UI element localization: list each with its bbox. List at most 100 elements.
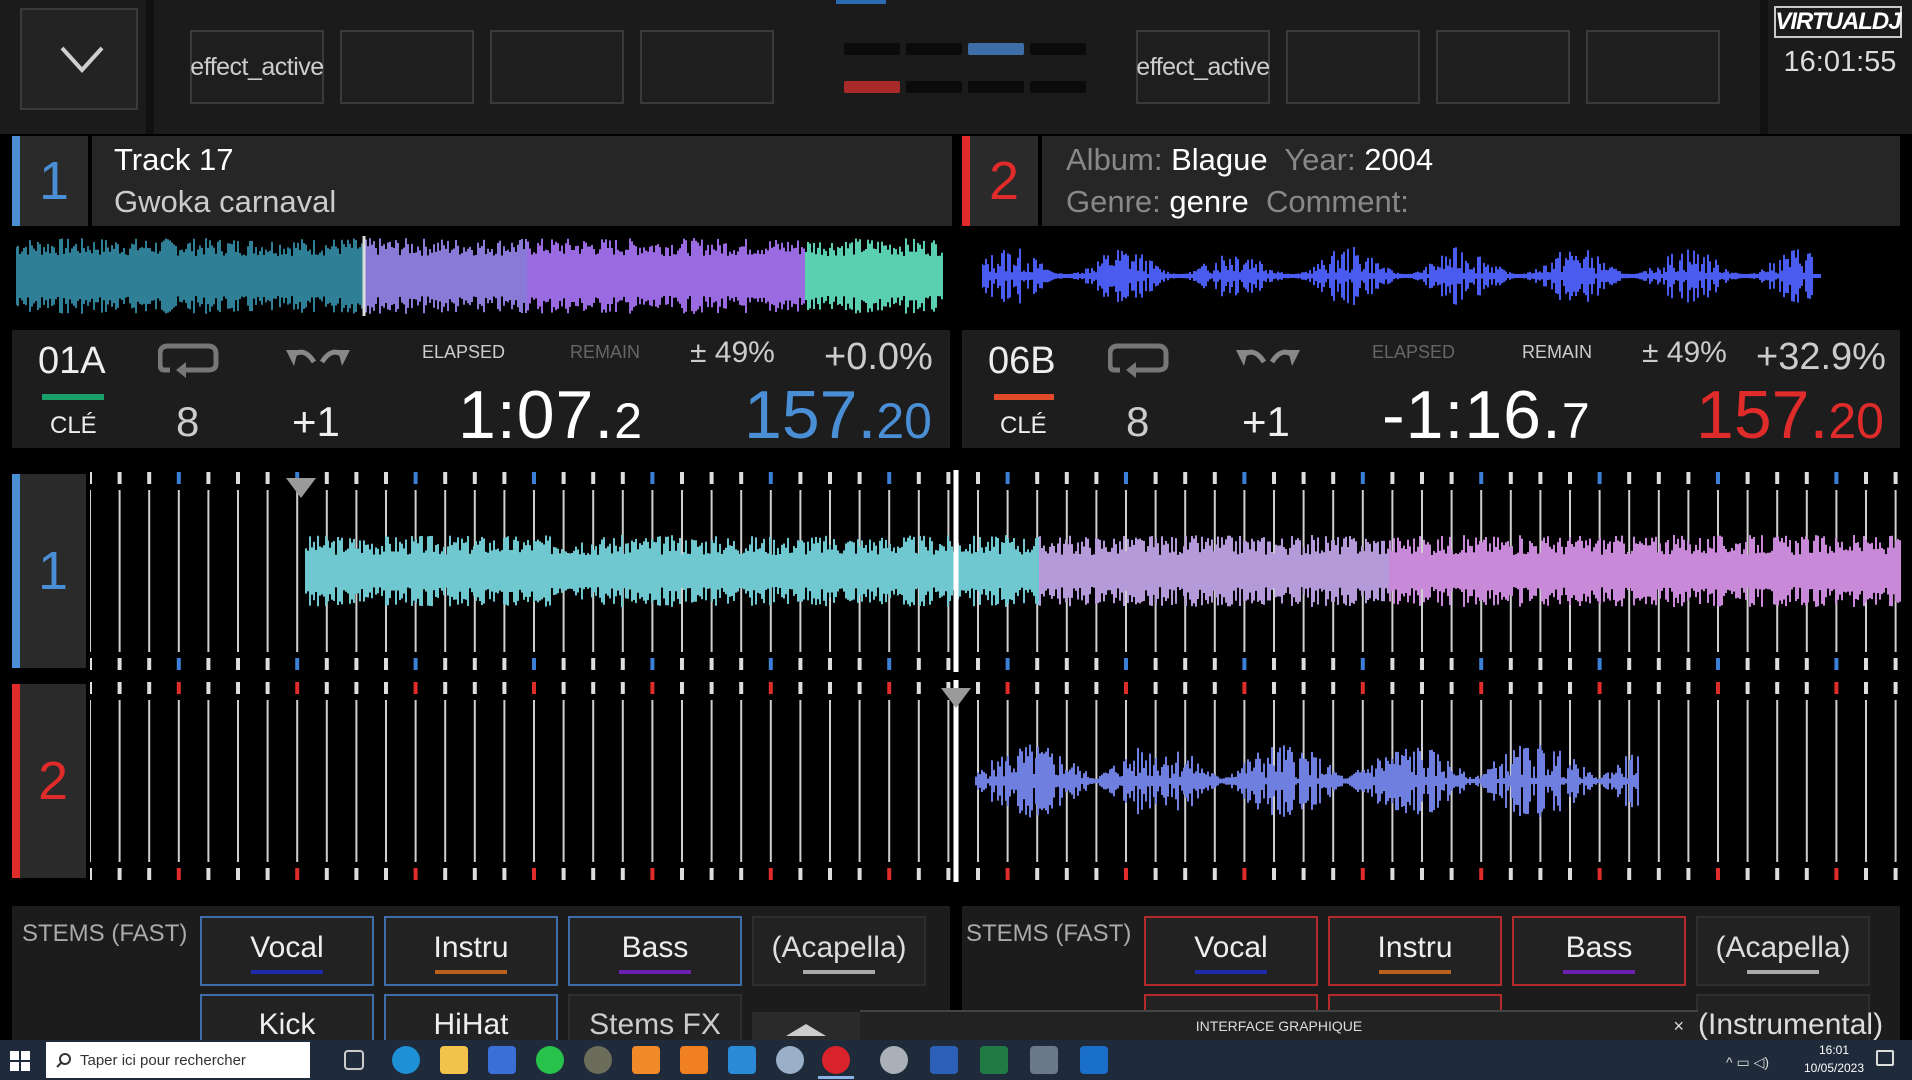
stem-acapella-button[interactable]: (Acapella) bbox=[1696, 916, 1870, 986]
deck2-jump-value[interactable]: +1 bbox=[1242, 398, 1290, 446]
deck1-jump-value[interactable]: +1 bbox=[292, 398, 340, 446]
task-view-icon[interactable] bbox=[344, 1050, 364, 1070]
deck2-stems-title: STEMS (FAST) bbox=[966, 920, 1132, 947]
deck2-key-underline bbox=[994, 394, 1054, 400]
edge-icon[interactable] bbox=[392, 1046, 420, 1074]
level-indicator bbox=[844, 43, 900, 55]
vlc-icon[interactable] bbox=[680, 1046, 708, 1074]
deck2-pitch: +32.9% bbox=[1756, 336, 1886, 378]
deck1-overview-waveform[interactable] bbox=[15, 236, 944, 316]
deck1-scrolling-waveform[interactable] bbox=[88, 470, 1902, 672]
deck1-number[interactable]: 1 bbox=[20, 136, 88, 226]
level-indicator bbox=[968, 81, 1024, 93]
undo-redo-icon[interactable] bbox=[1234, 342, 1302, 376]
deck1-effect-slot-2[interactable] bbox=[340, 30, 474, 104]
taskbar-time[interactable]: 16:01 bbox=[1796, 1043, 1872, 1057]
stem-kick-button[interactable]: Kick bbox=[200, 994, 374, 1044]
toolbar-divider bbox=[1760, 0, 1768, 134]
taskbar-search-box[interactable]: Taper ici pour rechercher bbox=[46, 1042, 310, 1078]
cloud-icon[interactable] bbox=[880, 1046, 908, 1074]
stem-vocal-button[interactable]: Vocal bbox=[1144, 916, 1318, 986]
menu-button[interactable] bbox=[20, 8, 138, 110]
store-icon[interactable] bbox=[488, 1046, 516, 1074]
excel-icon[interactable] bbox=[980, 1046, 1008, 1074]
file-explorer-icon[interactable] bbox=[440, 1046, 468, 1074]
tray-icons[interactable]: ^ ▭ ◁) bbox=[1726, 1054, 1769, 1071]
cue-marker-icon[interactable] bbox=[286, 478, 316, 498]
deck1-loop-value[interactable]: 8 bbox=[176, 398, 199, 446]
loop-icon[interactable] bbox=[1108, 340, 1170, 380]
deck1-track-info[interactable]: Track 17 Gwoka carnaval bbox=[92, 136, 952, 226]
deck2-wave-label[interactable]: 2 bbox=[20, 684, 86, 878]
deck1-elapsed-label[interactable]: ELAPSED bbox=[422, 342, 505, 363]
deck1-waveform-svg bbox=[88, 470, 1901, 672]
paint-icon[interactable] bbox=[776, 1046, 804, 1074]
calculator-icon[interactable] bbox=[1030, 1046, 1058, 1074]
stem-underline bbox=[1379, 970, 1451, 974]
stem-underline bbox=[1563, 970, 1635, 974]
stem-bass-button[interactable]: Bass bbox=[1512, 916, 1686, 986]
stem-acapella-button[interactable]: (Acapella) bbox=[752, 916, 926, 986]
stem-vocal-button[interactable]: Vocal bbox=[200, 916, 374, 986]
deck2-scrolling-waveform[interactable] bbox=[88, 680, 1902, 882]
outlook-icon[interactable] bbox=[1080, 1046, 1108, 1074]
deck2-effect-slot-4[interactable] bbox=[1586, 30, 1720, 104]
deck2-effect-slot-1[interactable]: effect_active bbox=[1136, 30, 1270, 104]
deck2-key[interactable]: 06B bbox=[988, 340, 1056, 383]
stem-bass-button[interactable]: Bass bbox=[568, 916, 742, 986]
arrow-app-icon[interactable] bbox=[728, 1046, 756, 1074]
windows-start-icon[interactable] bbox=[10, 1051, 30, 1071]
stem-underline bbox=[1747, 970, 1819, 974]
undo-redo-icon[interactable] bbox=[284, 342, 352, 376]
deck1-wave-stripe bbox=[12, 474, 20, 668]
stem-underline bbox=[619, 970, 691, 974]
stem-instru-button[interactable]: Instru bbox=[1328, 916, 1502, 986]
deck1-effect-slot-3[interactable] bbox=[490, 30, 624, 104]
media-player-icon[interactable] bbox=[632, 1046, 660, 1074]
deck2-elapsed-label[interactable]: ELAPSED bbox=[1372, 342, 1455, 363]
stem-instrumental-button[interactable]: (Instrumental) bbox=[1696, 994, 1883, 1044]
popup-window-title-bar[interactable]: INTERFACE GRAPHIQUE × bbox=[860, 1010, 1698, 1040]
deck2-effect-slot-3[interactable] bbox=[1436, 30, 1570, 104]
deck1-wave-label[interactable]: 1 bbox=[20, 474, 86, 668]
year-value: 2004 bbox=[1364, 142, 1434, 177]
whatsapp-icon[interactable] bbox=[536, 1046, 564, 1074]
deck1-key-underline bbox=[42, 394, 104, 400]
virtualdj-icon[interactable] bbox=[822, 1046, 850, 1074]
deck1-pitch-range[interactable]: ± 49% bbox=[690, 336, 775, 370]
deck2-wave-stripe bbox=[12, 684, 20, 878]
deck1-title: Track 17 bbox=[114, 142, 234, 177]
stem-instru-button[interactable]: Instru bbox=[384, 916, 558, 986]
cue-marker-icon[interactable] bbox=[941, 688, 971, 708]
deck2-pitch-range[interactable]: ± 49% bbox=[1642, 336, 1727, 370]
deck1-key[interactable]: 01A bbox=[38, 340, 106, 383]
genre-value: genre bbox=[1169, 184, 1249, 219]
deck2-track-info[interactable]: Album: Blague Year: 2004 Genre: genre Co… bbox=[1042, 136, 1900, 226]
clock: 16:01:55 bbox=[1783, 46, 1897, 78]
time-main: -1:16. bbox=[1382, 377, 1562, 453]
stem-label: Instru bbox=[1377, 931, 1453, 964]
deck1-time-display: 1:07.2 bbox=[458, 376, 643, 454]
deck2-loop-value[interactable]: 8 bbox=[1126, 398, 1149, 446]
stem-underline bbox=[803, 970, 875, 974]
deck1-remain-label[interactable]: REMAIN bbox=[570, 342, 640, 363]
loop-icon[interactable] bbox=[158, 340, 220, 380]
deck2-number[interactable]: 2 bbox=[970, 136, 1038, 226]
level-indicator-active bbox=[968, 43, 1024, 55]
deck2-effect-slot-2[interactable] bbox=[1286, 30, 1420, 104]
deck2-overview-waveform[interactable] bbox=[981, 236, 1862, 316]
collapse-tab[interactable] bbox=[752, 1012, 860, 1040]
close-icon[interactable]: × bbox=[1673, 1012, 1684, 1040]
word-icon[interactable] bbox=[930, 1046, 958, 1074]
deck1-effect-slot-4[interactable] bbox=[640, 30, 774, 104]
stem-underline bbox=[1195, 970, 1267, 974]
deck2-key-label: CLÉ bbox=[1000, 412, 1047, 439]
stems-fx-button[interactable]: Stems FX bbox=[568, 994, 742, 1044]
notifications-icon[interactable] bbox=[1876, 1050, 1894, 1066]
stem-hihat-button[interactable]: HiHat bbox=[384, 994, 558, 1044]
deck1-effect-slot-1[interactable]: effect_active bbox=[190, 30, 324, 104]
taskbar-date[interactable]: 10/05/2023 bbox=[1796, 1061, 1872, 1075]
app-icon[interactable] bbox=[584, 1046, 612, 1074]
deck2-color-stripe bbox=[962, 136, 970, 226]
deck2-remain-label[interactable]: REMAIN bbox=[1522, 342, 1592, 363]
